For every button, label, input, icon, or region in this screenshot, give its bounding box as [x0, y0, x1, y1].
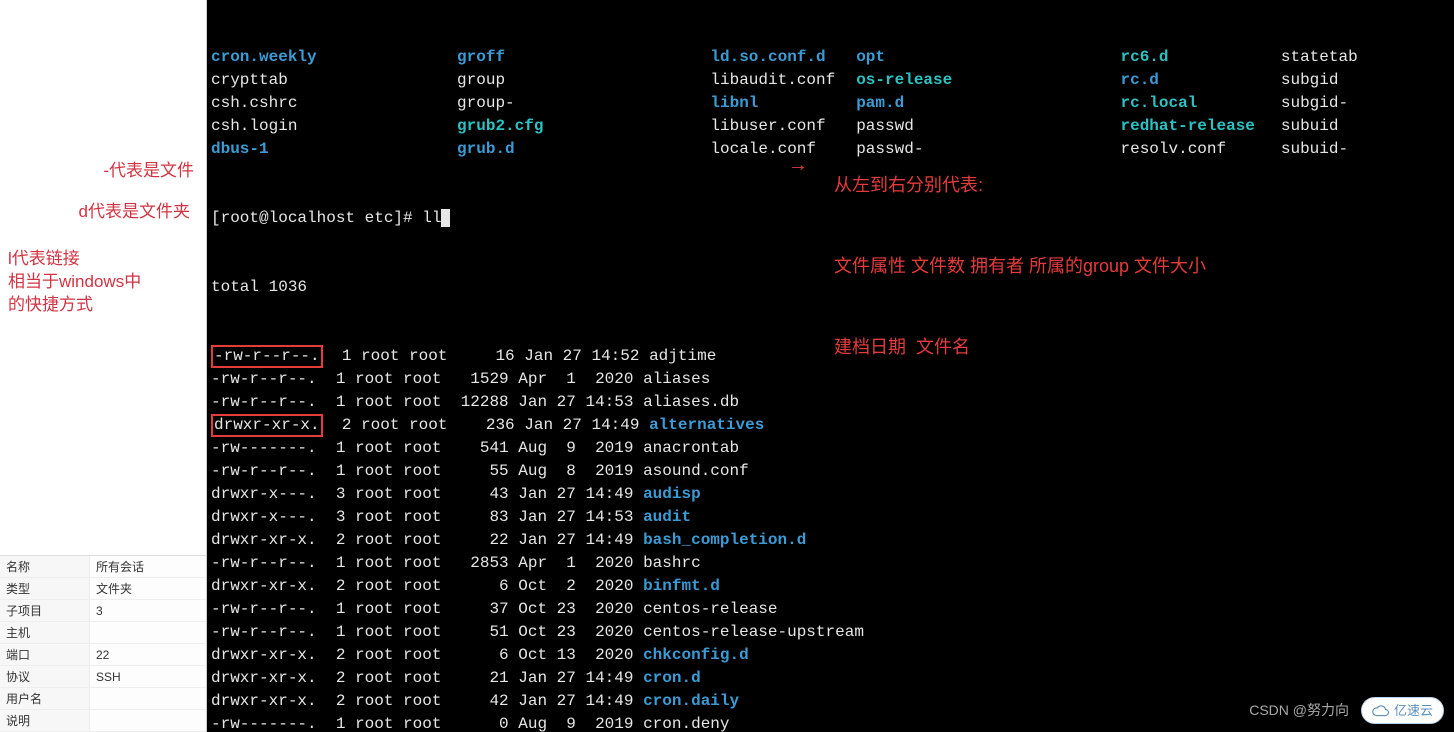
- filename: aliases: [643, 370, 710, 388]
- ls-entry: subgid-: [1281, 92, 1454, 115]
- cloud-icon: [1372, 705, 1390, 717]
- ls-entry: rc.local: [1120, 92, 1280, 115]
- ls-entry: os-release: [856, 69, 1120, 92]
- property-row: 用户名: [0, 688, 206, 710]
- file-row: drwxr-xr-x. 2 root root 6 Oct 13 2020 ch…: [211, 644, 1454, 667]
- property-label: 名称: [0, 556, 90, 577]
- ls-entry: pam.d: [856, 92, 1120, 115]
- property-label: 用户名: [0, 688, 90, 709]
- ls-entry: dbus-1: [211, 138, 457, 161]
- filename: audisp: [643, 485, 701, 503]
- file-row: drwxr-xr-x. 2 root root 236 Jan 27 14:49…: [211, 414, 1454, 437]
- total-line: total 1036: [211, 276, 1454, 299]
- file-row: drwxr-x---. 3 root root 83 Jan 27 14:53 …: [211, 506, 1454, 529]
- property-row: 主机: [0, 622, 206, 644]
- ls-entry: grub2.cfg: [457, 115, 710, 138]
- file-row: -rw-r--r--. 1 root root 16 Jan 27 14:52 …: [211, 345, 1454, 368]
- property-label: 端口: [0, 644, 90, 665]
- property-row: 说明: [0, 710, 206, 732]
- property-label: 协议: [0, 666, 90, 687]
- ls-entry: libnl: [710, 92, 856, 115]
- session-properties-table: 名称所有会话类型文件夹子项目3主机端口22协议SSH用户名说明: [0, 555, 206, 732]
- filename: cron.d: [643, 669, 701, 687]
- ls-column: groffgroupgroup-grub2.cfggrub.d: [457, 46, 710, 161]
- ls-entry: libaudit.conf: [710, 69, 856, 92]
- filename: centos-release-upstream: [643, 623, 864, 641]
- filename: bash_completion.d: [643, 531, 806, 549]
- file-row: -rw-r--r--. 1 root root 2853 Apr 1 2020 …: [211, 552, 1454, 575]
- ls-entry: crypttab: [211, 69, 457, 92]
- filename: anacrontab: [643, 439, 739, 457]
- cursor-icon: [441, 209, 450, 227]
- property-label: 说明: [0, 710, 90, 731]
- filename: alternatives: [649, 416, 764, 434]
- file-row: -rw-r--r--. 1 root root 12288 Jan 27 14:…: [211, 391, 1454, 414]
- file-row: drwxr-xr-x. 2 root root 22 Jan 27 14:49 …: [211, 529, 1454, 552]
- ls-entry: ld.so.conf.d: [710, 46, 856, 69]
- filename: audit: [643, 508, 691, 526]
- file-row: drwxr-x---. 3 root root 43 Jan 27 14:49 …: [211, 483, 1454, 506]
- property-row: 端口22: [0, 644, 206, 666]
- ls-entry: groff: [457, 46, 710, 69]
- filename: asound.conf: [643, 462, 749, 480]
- ls-entry: group-: [457, 92, 710, 115]
- property-value: 22: [90, 648, 206, 662]
- filename: adjtime: [649, 347, 716, 365]
- ls-entry: grub.d: [457, 138, 710, 161]
- arrow-icon: →: [792, 155, 804, 178]
- ls-entry: group: [457, 69, 710, 92]
- csdn-watermark: CSDN @努力向: [1249, 699, 1349, 722]
- file-row: -rw-------. 1 root root 541 Aug 9 2019 a…: [211, 437, 1454, 460]
- property-value: 3: [90, 604, 206, 618]
- property-row: 子项目3: [0, 600, 206, 622]
- file-row: -rw-r--r--. 1 root root 55 Aug 8 2019 as…: [211, 460, 1454, 483]
- ls-entry: subuid: [1281, 115, 1454, 138]
- property-value: 文件夹: [90, 580, 206, 597]
- prompt-line: [root@localhost etc]# ll: [211, 207, 1454, 230]
- annotation-l: l代表链接 相当于windows中 的快捷方式: [6, 248, 200, 317]
- annotation-area: -代表是文件 d代表是文件夹 l代表链接 相当于windows中 的快捷方式: [0, 0, 206, 555]
- filename: aliases.db: [643, 393, 739, 411]
- file-row: drwxr-xr-x. 2 root root 6 Oct 2 2020 bin…: [211, 575, 1454, 598]
- left-panel: -代表是文件 d代表是文件夹 l代表链接 相当于windows中 的快捷方式 名…: [0, 0, 207, 732]
- ls-columns: cron.weeklycrypttabcsh.cshrccsh.logindbu…: [211, 46, 1454, 161]
- property-label: 类型: [0, 578, 90, 599]
- ls-entry: rc6.d: [1120, 46, 1280, 69]
- property-label: 主机: [0, 622, 90, 643]
- filename: centos-release: [643, 600, 777, 618]
- filename: cron.deny: [643, 715, 729, 732]
- annotation-d: d代表是文件夹: [6, 201, 200, 224]
- annotation-dash: -代表是文件: [6, 160, 200, 183]
- ls-column: statetabsubgidsubgid-subuidsubuid-: [1281, 46, 1454, 161]
- ls-entry: csh.login: [211, 115, 457, 138]
- watermark: CSDN @努力向 亿速云: [1249, 697, 1444, 724]
- file-row: -rw-r--r--. 1 root root 37 Oct 23 2020 c…: [211, 598, 1454, 621]
- property-row: 协议SSH: [0, 666, 206, 688]
- filename: bashrc: [643, 554, 701, 572]
- property-row: 类型文件夹: [0, 578, 206, 600]
- property-value: SSH: [90, 670, 206, 684]
- cloud-badge: 亿速云: [1361, 697, 1444, 724]
- property-value: 所有会话: [90, 558, 206, 575]
- terminal[interactable]: cron.weeklycrypttabcsh.cshrccsh.logindbu…: [207, 0, 1454, 732]
- filename: cron.daily: [643, 692, 739, 710]
- ls-entry: csh.cshrc: [211, 92, 457, 115]
- filename: binfmt.d: [643, 577, 720, 595]
- file-row: drwxr-xr-x. 2 root root 21 Jan 27 14:49 …: [211, 667, 1454, 690]
- file-row: -rw-r--r--. 1 root root 51 Oct 23 2020 c…: [211, 621, 1454, 644]
- ls-entry: subgid: [1281, 69, 1454, 92]
- property-row: 名称所有会话: [0, 556, 206, 578]
- ls-entry: subuid-: [1281, 138, 1454, 161]
- ls-entry: cron.weekly: [211, 46, 457, 69]
- ls-entry: rc.d: [1120, 69, 1280, 92]
- ls-entry: statetab: [1281, 46, 1454, 69]
- file-row: -rw-r--r--. 1 root root 1529 Apr 1 2020 …: [211, 368, 1454, 391]
- ll-listing: -rw-r--r--. 1 root root 16 Jan 27 14:52 …: [211, 345, 1454, 732]
- property-label: 子项目: [0, 600, 90, 621]
- ls-column: cron.weeklycrypttabcsh.cshrccsh.logindbu…: [211, 46, 457, 161]
- filename: chkconfig.d: [643, 646, 749, 664]
- ls-entry: opt: [856, 46, 1120, 69]
- annotation-right: 从左到右分别代表: 文件属性 文件数 拥有者 所属的group 文件大小 建档日…: [834, 118, 1206, 415]
